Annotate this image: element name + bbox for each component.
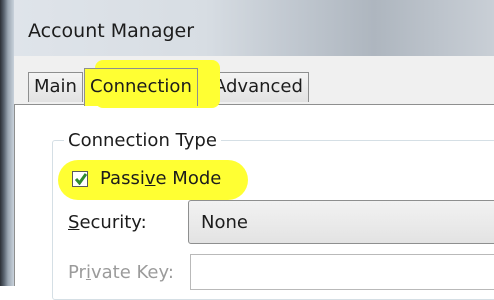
security-label: Security: — [68, 212, 147, 233]
passive-mode-checkbox[interactable] — [72, 171, 88, 187]
private-key-label: Private Key: — [68, 262, 174, 283]
tab-main[interactable]: Main — [28, 72, 83, 102]
security-dropdown[interactable]: None — [188, 200, 494, 244]
tab-strip: Main Connection Advanced — [0, 56, 480, 106]
security-label-rest: ecurity: — [79, 212, 147, 233]
group-label: Connection Type — [64, 130, 221, 151]
tab-advanced[interactable]: Advanced — [208, 72, 309, 102]
private-key-label-post: vate Key: — [90, 262, 174, 283]
title-bar: Account Manager — [14, 0, 494, 56]
window-title: Account Manager — [28, 20, 195, 42]
security-selected-value: None — [201, 212, 248, 233]
security-mnemonic: S — [68, 212, 80, 233]
passive-mode-label-post: e Mode — [155, 168, 222, 189]
checkmark-icon — [75, 173, 87, 185]
passive-mode-label-pre: Passi — [100, 168, 145, 189]
passive-mode-label[interactable]: Passive Mode — [100, 168, 221, 189]
passive-mode-mnemonic: v — [144, 168, 156, 189]
private-key-input[interactable] — [190, 254, 494, 290]
tab-connection[interactable]: Connection — [84, 68, 198, 106]
private-key-label-pre: Pr — [68, 262, 86, 283]
background-edge — [0, 0, 14, 286]
